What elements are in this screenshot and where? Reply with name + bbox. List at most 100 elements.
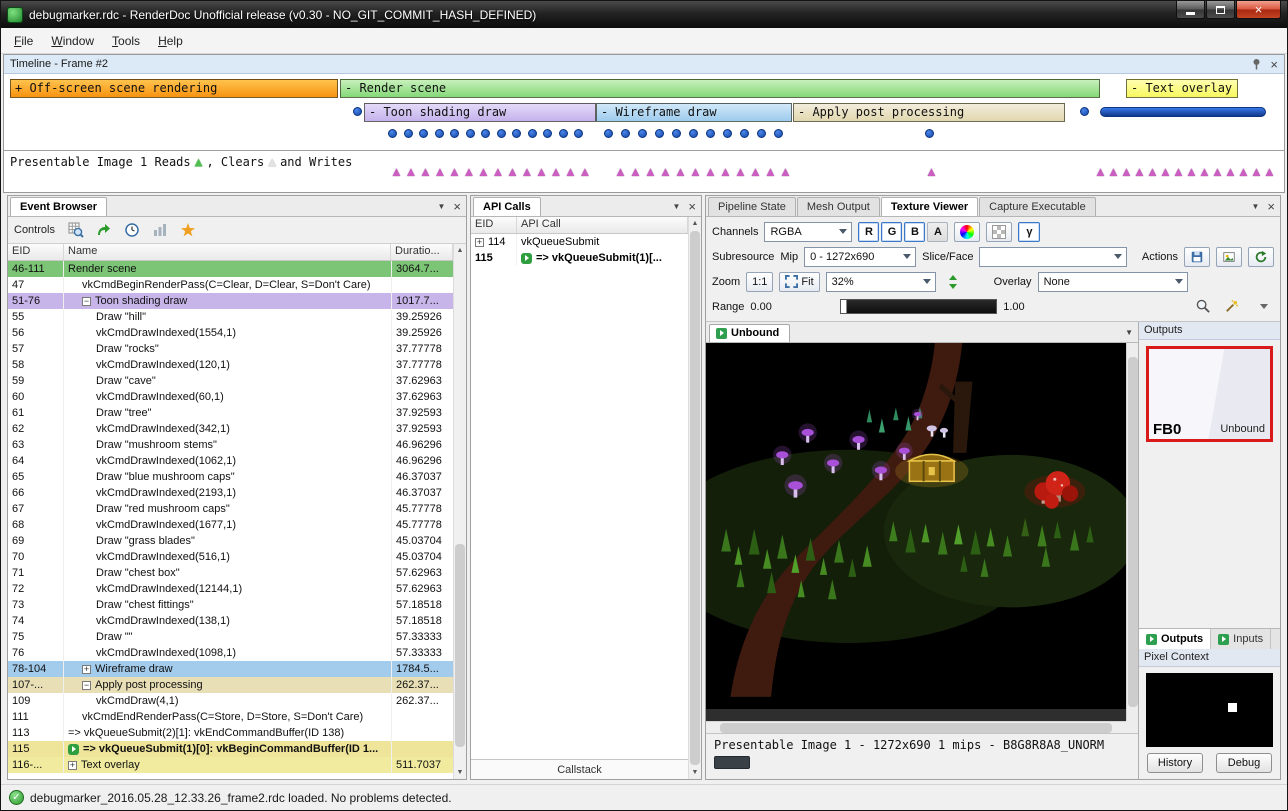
write-triangle-icon[interactable]: ▲ [434, 165, 447, 178]
scroll-down-icon[interactable]: ▼ [689, 766, 701, 779]
event-row[interactable]: 76vkCmdDrawIndexed(1098,1)57.33333 [8, 645, 453, 661]
minimize-button[interactable] [1176, 1, 1205, 19]
event-row[interactable]: 62vkCmdDrawIndexed(342,1)37.92593 [8, 421, 453, 437]
write-triangle-icon[interactable]: ▲ [564, 165, 577, 178]
channel-b-button[interactable]: B [904, 222, 925, 242]
api-call-row[interactable]: 115=> vkQueueSubmit(1)[... [471, 250, 688, 266]
draw-dot-icon[interactable] [706, 129, 715, 138]
texture-vertical-scrollbar[interactable] [1126, 343, 1138, 721]
event-row[interactable]: 56vkCmdDrawIndexed(1554,1)39.25926 [8, 325, 453, 341]
draw-dot-icon[interactable] [574, 129, 583, 138]
tree-expander-icon[interactable]: − [82, 297, 91, 306]
draw-dot-icon[interactable] [723, 129, 732, 138]
draw-dot-icon[interactable] [404, 129, 413, 138]
debug-button[interactable]: Debug [1216, 753, 1272, 773]
write-triangle-icon[interactable]: ▲ [1211, 165, 1224, 178]
channels-select[interactable]: RGBA [764, 222, 852, 242]
api-call-row[interactable]: +114vkQueueSubmit [471, 234, 688, 250]
event-row[interactable]: 73Draw "chest fittings"57.18518 [8, 597, 453, 613]
channel-a-button[interactable]: A [927, 222, 948, 242]
column-eid[interactable]: EID [471, 217, 517, 233]
time-durations-button[interactable] [121, 219, 143, 241]
draw-dot-icon[interactable] [450, 129, 459, 138]
event-row[interactable]: 66vkCmdDrawIndexed(2193,1)46.37037 [8, 485, 453, 501]
scroll-up-icon[interactable]: ▲ [454, 244, 466, 257]
tree-expander-icon[interactable]: + [68, 761, 77, 770]
write-triangle-icon[interactable]: ▲ [659, 165, 672, 178]
colorwheel-button[interactable] [954, 222, 980, 242]
write-triangle-icon[interactable]: ▲ [405, 165, 418, 178]
event-row[interactable]: 70vkCmdDrawIndexed(516,1)45.03704 [8, 549, 453, 565]
range-fit-button[interactable] [1192, 296, 1214, 318]
tab-api-calls[interactable]: API Calls [473, 197, 541, 216]
draw-dot-icon[interactable] [559, 129, 568, 138]
write-triangle-icon[interactable]: ▲ [419, 165, 432, 178]
event-row[interactable]: 69Draw "grass blades"45.03704 [8, 533, 453, 549]
draw-dot-icon[interactable] [543, 129, 552, 138]
menu-item-file[interactable]: File [5, 30, 42, 52]
scroll-thumb[interactable] [690, 231, 700, 765]
write-triangle-icon[interactable]: ▲ [749, 165, 762, 178]
draw-dot-icon[interactable] [655, 129, 664, 138]
draw-dot-icon[interactable] [528, 129, 537, 138]
write-triangle-icon[interactable]: ▲ [925, 165, 938, 178]
pin-icon[interactable] [1251, 58, 1262, 70]
write-triangle-icon[interactable]: ▲ [492, 165, 505, 178]
tree-expander-icon[interactable]: − [82, 681, 91, 690]
event-row[interactable]: 67Draw "red mushroom caps"45.77778 [8, 501, 453, 517]
draw-dot-icon[interactable] [419, 129, 428, 138]
write-triangle-icon[interactable]: ▲ [463, 165, 476, 178]
draw-dot-icon[interactable] [757, 129, 766, 138]
event-row[interactable]: 57Draw "rocks"37.77778 [8, 341, 453, 357]
write-triangle-icon[interactable]: ▲ [764, 165, 777, 178]
goto-eid-button[interactable] [93, 219, 115, 241]
write-triangle-icon[interactable]: ▲ [448, 165, 461, 178]
draw-dot-icon[interactable] [497, 129, 506, 138]
event-row[interactable]: 46-111Render scene3064.7... [8, 261, 453, 277]
scroll-up-icon[interactable]: ▲ [689, 217, 701, 230]
range-max-value[interactable]: 1.00 [1003, 301, 1024, 313]
callstack-section[interactable]: Callstack [471, 759, 688, 779]
draw-dot-icon[interactable] [388, 129, 397, 138]
write-triangle-icon[interactable]: ▲ [1159, 165, 1172, 178]
write-triangle-icon[interactable]: ▲ [390, 165, 403, 178]
timeline-body[interactable]: + Off-screen scene rendering- Render sce… [4, 74, 1284, 192]
event-row[interactable]: 72vkCmdDrawIndexed(12144,1)57.62963 [8, 581, 453, 597]
scroll-thumb[interactable] [1128, 357, 1138, 707]
event-row[interactable]: 61Draw "tree"37.92593 [8, 405, 453, 421]
event-row[interactable]: 65Draw "blue mushroom caps"46.37037 [8, 469, 453, 485]
write-triangle-icon[interactable]: ▲ [1237, 165, 1250, 178]
channel-g-button[interactable]: G [881, 222, 902, 242]
scroll-thumb[interactable] [720, 723, 1112, 733]
draw-dot-icon[interactable] [638, 129, 647, 138]
gamma-button[interactable]: γ [1018, 222, 1040, 242]
draw-dot-icon[interactable] [353, 107, 362, 116]
tab-mesh-output[interactable]: Mesh Output [797, 197, 880, 216]
write-triangle-icon[interactable]: ▲ [674, 165, 687, 178]
draw-dot-icon[interactable] [774, 129, 783, 138]
range-collapse-icon[interactable] [1260, 304, 1268, 309]
range-min-handle[interactable] [841, 300, 847, 313]
panel-close-icon[interactable]: × [453, 200, 461, 213]
event-row[interactable]: 109vkCmdDraw(4,1)262.37... [8, 693, 453, 709]
autof-range-button[interactable] [1220, 296, 1242, 318]
event-row[interactable]: 115=> vkQueueSubmit(1)[0]: vkBeginComman… [8, 741, 453, 757]
overlay-select[interactable]: None [1038, 272, 1188, 292]
panel-close-icon[interactable]: × [688, 200, 696, 213]
write-triangle-icon[interactable]: ▲ [579, 165, 592, 178]
event-row[interactable]: 60vkCmdDrawIndexed(60,1)37.62963 [8, 389, 453, 405]
write-triangle-icon[interactable]: ▲ [477, 165, 490, 178]
write-triangle-icon[interactable]: ▲ [1185, 165, 1198, 178]
event-row[interactable]: 58vkCmdDrawIndexed(120,1)37.77778 [8, 357, 453, 373]
event-row[interactable]: 47vkCmdBeginRenderPass(C=Clear, D=Clear,… [8, 277, 453, 293]
event-browser-scrollbar[interactable]: ▲ ▼ [453, 244, 466, 779]
tab-pipeline-state[interactable]: Pipeline State [708, 197, 796, 216]
export-image-button[interactable] [1216, 247, 1242, 267]
refresh-button[interactable] [1248, 247, 1274, 267]
alpha-background-button[interactable] [986, 222, 1012, 242]
panel-close-icon[interactable]: × [1267, 200, 1275, 213]
panel-menu-icon[interactable]: ▼ [672, 202, 680, 211]
draw-range-bar[interactable] [1100, 107, 1266, 117]
sliceface-select[interactable] [979, 247, 1127, 267]
event-row[interactable]: 111vkCmdEndRenderPass(C=Store, D=Store, … [8, 709, 453, 725]
